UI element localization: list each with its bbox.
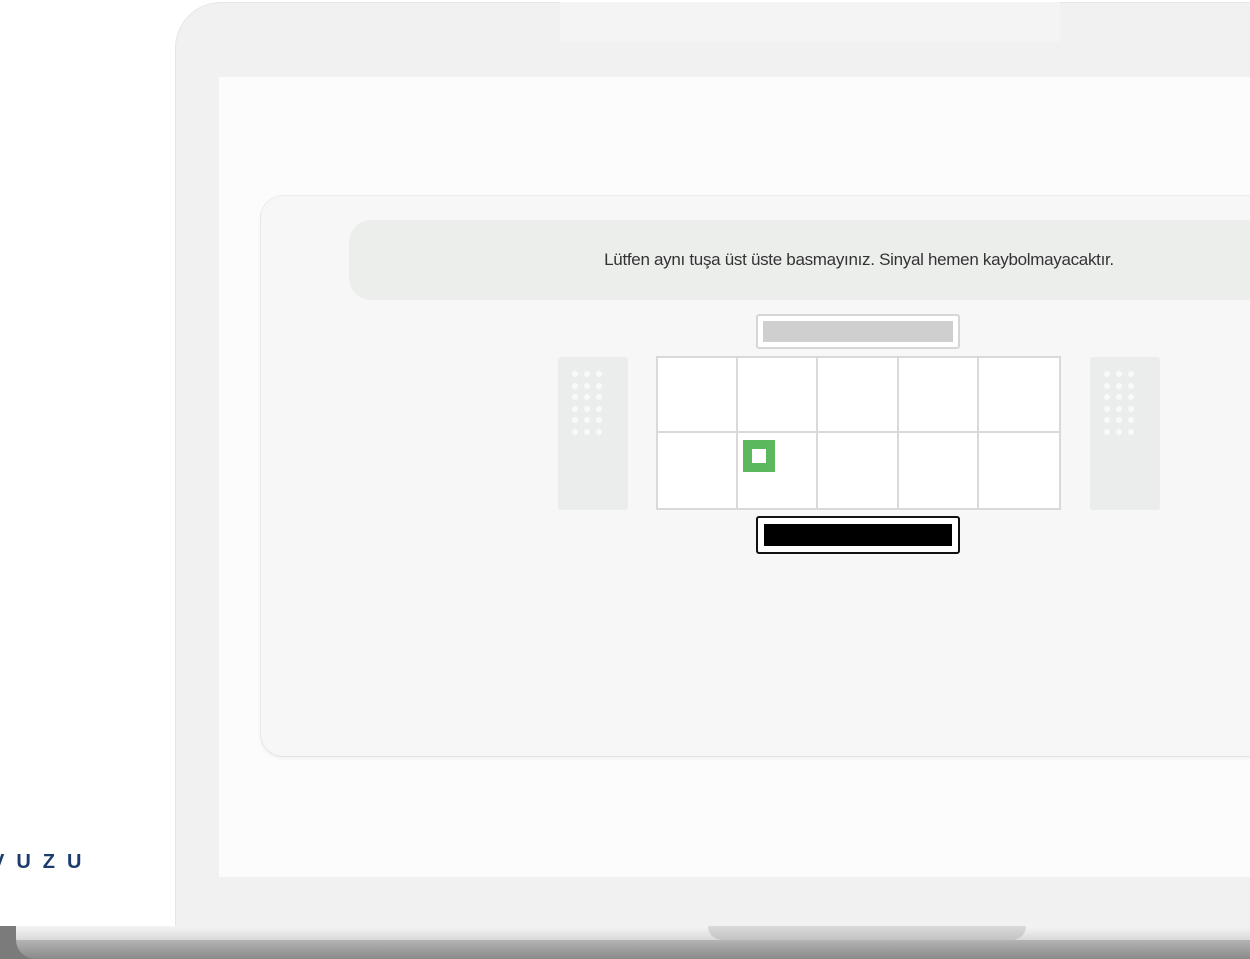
grid-key-r2-c3[interactable] xyxy=(818,433,899,508)
left-speaker-panel xyxy=(558,357,628,510)
instruction-text: Lütfen aynı tuşa üst üste basmayınız. Si… xyxy=(604,250,1114,269)
speaker-dot xyxy=(1116,428,1122,435)
laptop-screen: Lütfen aynı tuşa üst üste basmayınız. Si… xyxy=(219,77,1250,877)
speaker-dot xyxy=(584,394,590,400)
speaker-dot xyxy=(1116,382,1122,389)
speaker-dot xyxy=(1104,394,1110,400)
speaker-dot xyxy=(1104,417,1110,423)
grid-key-r1-c4[interactable] xyxy=(898,358,979,433)
speaker-dot xyxy=(584,382,590,389)
laptop-opening-notch xyxy=(708,926,1026,940)
bottom-signal-indicator xyxy=(756,516,960,554)
grid-key-r2-c4[interactable] xyxy=(898,433,979,508)
instruction-banner: Lütfen aynı tuşa üst üste basmayınız. Si… xyxy=(349,220,1250,300)
laptop-camera-area xyxy=(560,2,1060,42)
speaker-dot xyxy=(584,417,590,423)
laptop-base-lower xyxy=(16,940,1250,959)
speaker-dot xyxy=(1128,394,1134,400)
speaker-dot xyxy=(1116,417,1122,423)
speaker-dot xyxy=(572,394,578,400)
top-signal-fill xyxy=(763,321,953,342)
speaker-dot xyxy=(572,405,578,412)
bottom-signal-fill xyxy=(764,524,952,546)
left-speaker-dots xyxy=(572,371,602,435)
grid-key-r2-c1[interactable] xyxy=(658,433,739,508)
grid-key-r2-c2[interactable] xyxy=(738,433,819,508)
grid-key-r1-c3[interactable] xyxy=(818,358,899,433)
speaker-dot xyxy=(1104,371,1110,377)
grid-key-r1-c5[interactable] xyxy=(978,358,1059,433)
speaker-dot xyxy=(596,371,602,377)
right-speaker-dots xyxy=(1104,371,1134,435)
speaker-dot xyxy=(1128,382,1134,389)
speaker-dot xyxy=(1128,371,1134,377)
speaker-dot xyxy=(1116,405,1122,412)
speaker-dot xyxy=(1128,417,1134,423)
speaker-dot xyxy=(572,382,578,389)
grid-key-r1-c1[interactable] xyxy=(658,358,739,433)
speaker-dot xyxy=(572,371,578,377)
speaker-dot xyxy=(584,371,590,377)
speaker-dot xyxy=(1104,382,1110,389)
speaker-dot xyxy=(584,428,590,435)
speaker-dot xyxy=(1128,428,1134,435)
grid-key-r2-c5[interactable] xyxy=(978,433,1059,508)
speaker-dot xyxy=(1116,371,1122,377)
stage: Lütfen aynı tuşa üst üste basmayınız. Si… xyxy=(0,0,1250,959)
speaker-dot xyxy=(596,428,602,435)
speaker-dot xyxy=(584,405,590,412)
brand-logo: VUZU xyxy=(0,851,94,873)
speaker-dot xyxy=(596,382,602,389)
grid-key-r1-c2[interactable] xyxy=(738,358,819,433)
speaker-dot xyxy=(596,405,602,412)
speaker-dot xyxy=(1116,394,1122,400)
speaker-dot xyxy=(596,394,602,400)
green-signal-square xyxy=(743,440,776,472)
speaker-dot xyxy=(1104,405,1110,412)
top-signal-indicator xyxy=(756,314,960,349)
response-key-grid xyxy=(656,356,1061,510)
speaker-dot xyxy=(572,417,578,423)
speaker-dot xyxy=(1128,405,1134,412)
speaker-dot xyxy=(572,428,578,435)
speaker-dot xyxy=(1104,428,1110,435)
speaker-dot xyxy=(596,417,602,423)
right-speaker-panel xyxy=(1090,357,1160,510)
